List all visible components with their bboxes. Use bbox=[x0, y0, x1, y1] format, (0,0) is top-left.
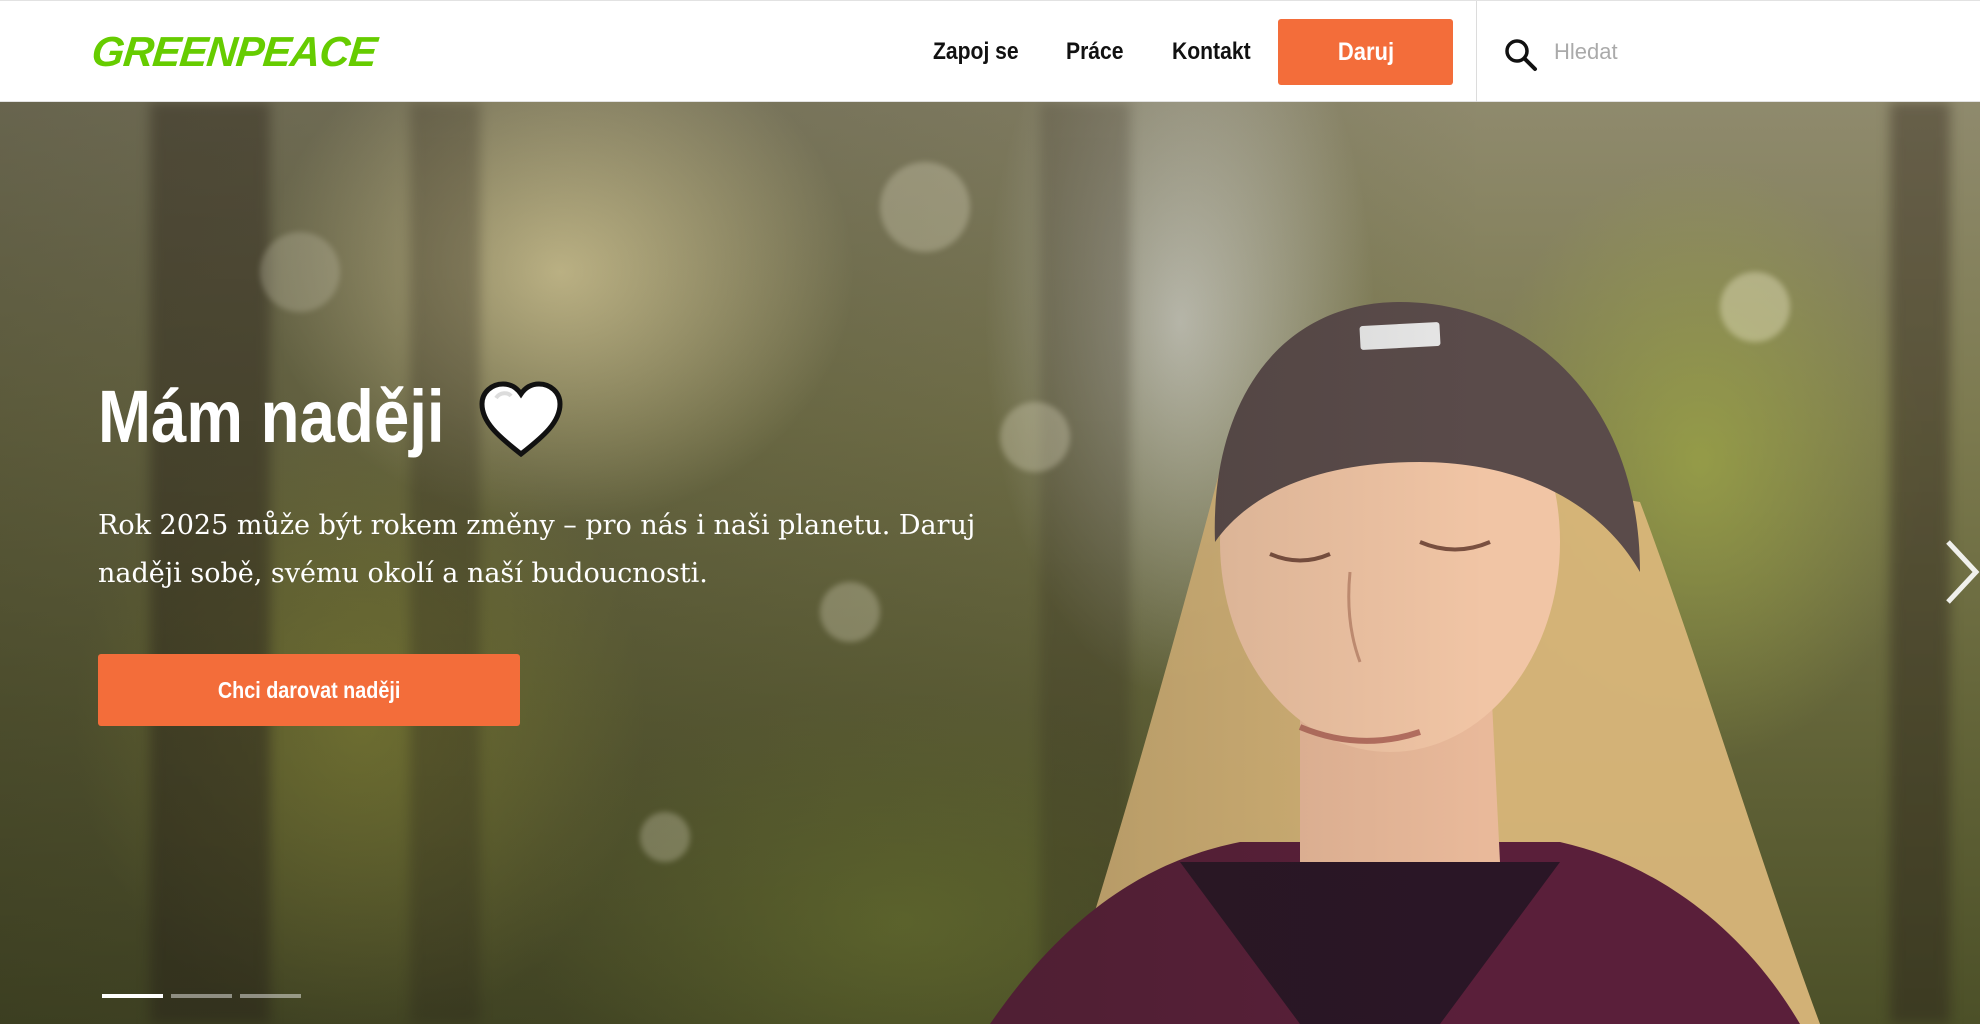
slide-indicators bbox=[102, 994, 301, 998]
nav-kontakt[interactable]: Kontakt bbox=[1172, 35, 1251, 69]
donate-button-label: Daruj bbox=[1337, 37, 1394, 66]
hero-title: Mám naději bbox=[98, 375, 445, 458]
search-icon[interactable] bbox=[1502, 36, 1538, 72]
chevron-right-icon[interactable] bbox=[1940, 532, 1980, 612]
site-header: GREENPEACE Zapoj se Práce Kontakt Daruj bbox=[0, 0, 1980, 103]
donate-hope-button-label: Chci darovat naději bbox=[217, 676, 401, 703]
heart-icon bbox=[479, 381, 563, 458]
hero-subtitle: Rok 2025 může být rokem změny – pro nás … bbox=[98, 510, 976, 589]
search-input[interactable] bbox=[1554, 35, 1934, 69]
nav-zapoj-se[interactable]: Zapoj se bbox=[933, 35, 1019, 69]
nav-prace[interactable]: Práce bbox=[1066, 35, 1124, 69]
hero-banner: Mám naději Rok 2025 může být rokem změny… bbox=[0, 102, 1980, 1024]
donate-button[interactable]: Daruj bbox=[1278, 19, 1453, 85]
slide-indicator-2[interactable] bbox=[171, 994, 232, 998]
donate-hope-button[interactable]: Chci darovat naději bbox=[98, 654, 520, 726]
slide-indicator-1[interactable] bbox=[102, 994, 163, 998]
slide-indicator-3[interactable] bbox=[240, 994, 301, 998]
header-divider bbox=[1476, 1, 1477, 103]
greenpeace-logo[interactable]: GREENPEACE bbox=[90, 28, 379, 75]
